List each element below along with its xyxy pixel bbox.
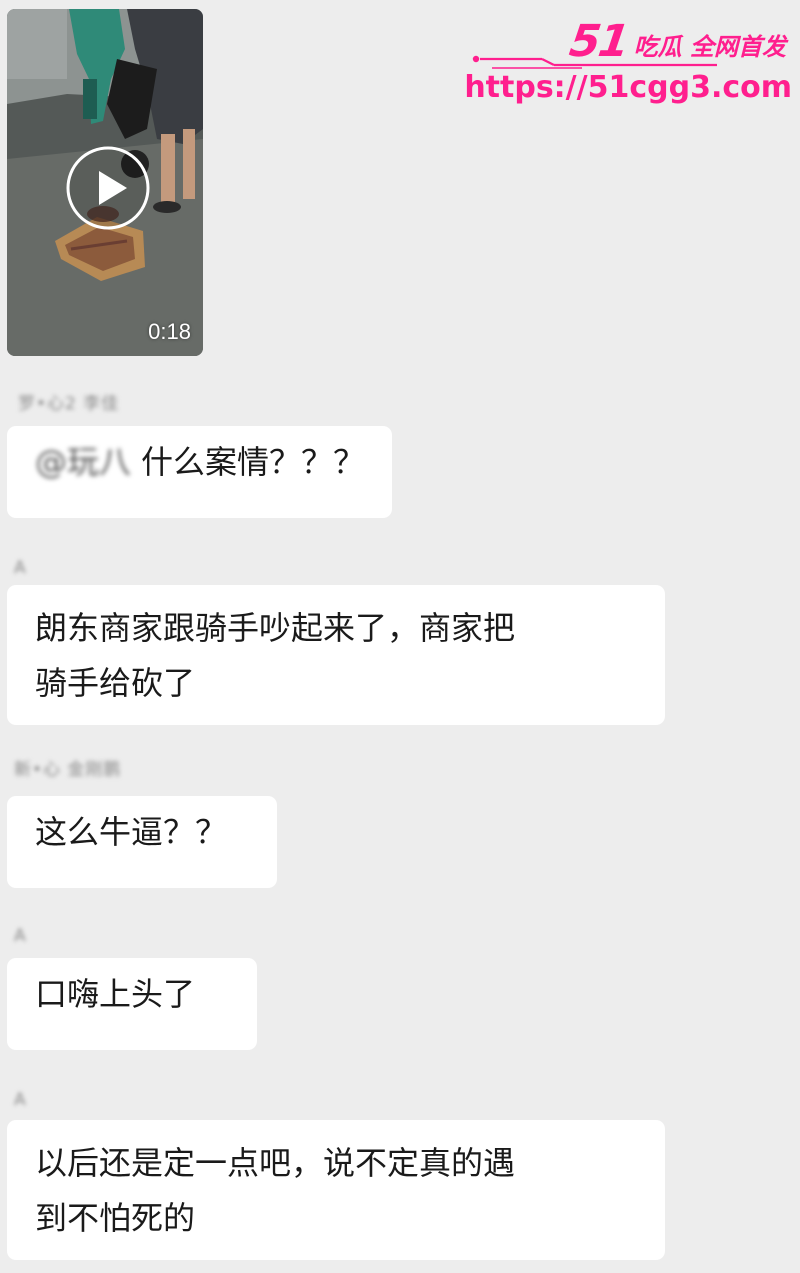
sender-name: A [14,1090,27,1110]
sender-name: A [14,926,27,946]
sender-name: 新•心 金刚鹏 [14,760,122,780]
message-text-line: 骑手给砍了 [35,664,196,702]
message-bubble[interactable]: 朗东商家跟骑手吵起来了，商家把 骑手给砍了 [7,585,665,725]
video-message[interactable]: 0:18 [7,9,203,356]
message-text: 口嗨上头了 [35,975,196,1013]
sender-name: 罗•心2 李佳 [18,394,120,414]
message-bubble[interactable]: 口嗨上头了 [7,958,257,1050]
message-bubble[interactable]: 这么牛逼？？ [7,796,277,888]
message-text-line: 以后还是定一点吧，说不定真的遇 [35,1144,516,1182]
message-text-line: 朗东商家跟骑手吵起来了，商家把 [35,609,516,647]
message-bubble[interactable]: @玩八 什么案情？？？ [7,426,392,518]
video-duration: 0:18 [148,319,191,344]
message-bubble[interactable]: 以后还是定一点吧，说不定真的遇 到不怕死的 [7,1120,665,1260]
message-text-line: 到不怕死的 [35,1199,196,1237]
message-text: 什么案情？？？ [141,443,366,481]
play-icon[interactable] [65,145,151,231]
mention-blurred: @玩八 [35,443,132,481]
message-text: 这么牛逼？？ [35,813,228,851]
sender-name: A [14,558,27,578]
watermark-url: https://51cgg3.com [464,70,792,105]
watermark: 51 吃瓜 全网首发 https://51cgg3.com [464,16,792,110]
watermark-lines-icon [472,55,717,69]
